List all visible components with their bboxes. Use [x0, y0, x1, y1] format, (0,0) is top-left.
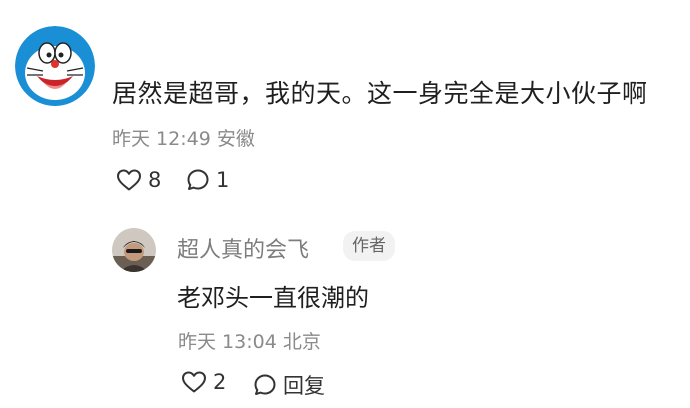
heart-outline-icon: [116, 168, 142, 192]
comment-reply-count-button[interactable]: 1: [186, 168, 229, 192]
author-photo-image: [112, 228, 156, 272]
reply-like-button[interactable]: 2: [181, 370, 226, 394]
reply-button-label: 回复: [283, 374, 325, 398]
doraemon-avatar-image: [15, 26, 95, 106]
comment-time: 昨天 12:49: [112, 128, 211, 150]
reply-location: 北京: [282, 331, 321, 353]
reply-author-avatar[interactable]: [112, 228, 156, 272]
reply-time: 昨天 13:04: [178, 331, 277, 353]
speech-bubble-icon: [186, 168, 210, 192]
speech-bubble-icon: [253, 373, 277, 397]
comment-like-button[interactable]: 8: [116, 168, 161, 192]
reply-text: 老邓头一直很潮的: [177, 284, 369, 312]
comment-meta: 昨天 12:49 安徽: [112, 124, 255, 151]
heart-outline-icon: [181, 370, 207, 394]
comment-text: 居然是超哥，我的天。这一身完全是大小伙子啊: [112, 79, 648, 108]
commenter-avatar[interactable]: [15, 26, 95, 106]
reply-like-count: 2: [213, 370, 227, 394]
reply-reply-button[interactable]: 回复: [253, 370, 325, 400]
reply-author-name[interactable]: 超人真的会飞: [177, 232, 309, 264]
comment-reply-count: 1: [216, 168, 230, 192]
comment-location: 安徽: [216, 128, 255, 150]
comment-like-count: 8: [148, 168, 162, 192]
reply-meta: 昨天 13:04 北京: [178, 327, 321, 354]
author-badge: 作者: [343, 231, 395, 261]
